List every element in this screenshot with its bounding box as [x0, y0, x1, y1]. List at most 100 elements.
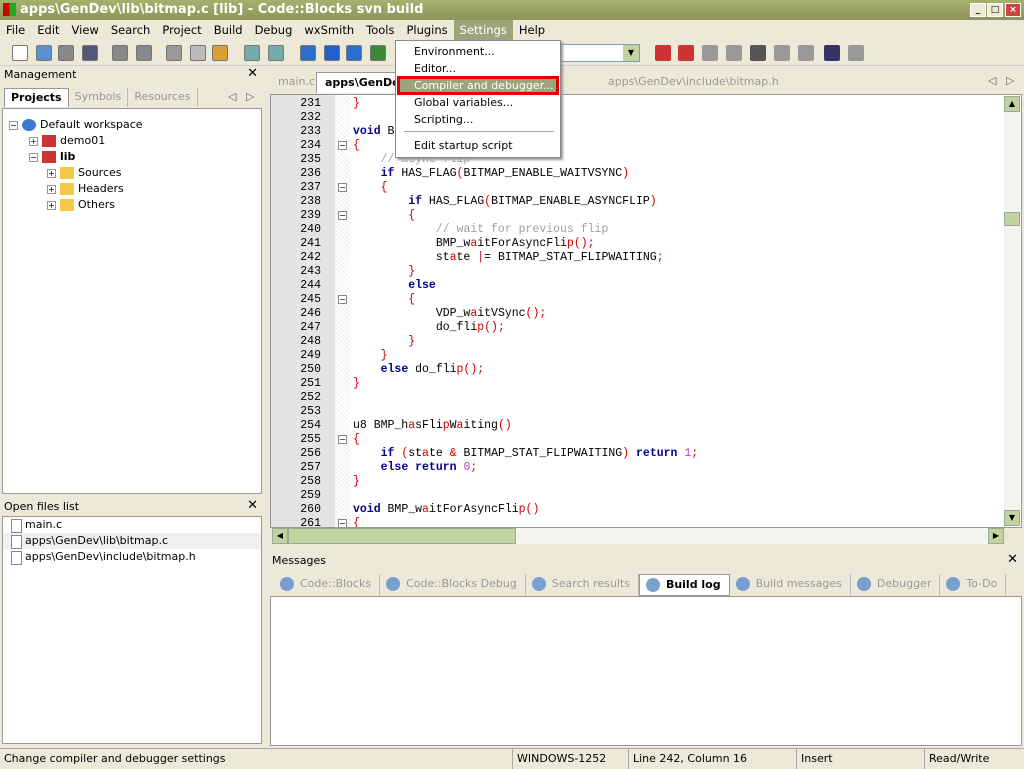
tree-item[interactable]: + demo01	[29, 133, 105, 149]
close-button[interactable]: ×	[1005, 3, 1021, 17]
fold-collapse-icon[interactable]: −	[338, 183, 347, 192]
horizontal-scrollbar[interactable]: ◀ ▶	[272, 528, 1004, 544]
rebuild-icon[interactable]	[370, 45, 386, 61]
tab-build-log[interactable]: Build log	[638, 574, 730, 596]
menu-tools[interactable]: Tools	[360, 20, 400, 40]
debug-tool-0-icon[interactable]	[655, 45, 671, 61]
fold-collapse-icon[interactable]: −	[338, 141, 347, 150]
menu-item-editor[interactable]: Editor...	[398, 60, 558, 77]
tab-to-do[interactable]: To-Do	[940, 574, 1007, 596]
undo-icon[interactable]	[112, 45, 128, 61]
scroll-right-icon[interactable]: ▶	[988, 528, 1004, 544]
scroll-up-icon[interactable]: ▲	[1004, 96, 1020, 112]
menu-debug[interactable]: Debug	[249, 20, 299, 40]
maximize-button[interactable]: □	[987, 3, 1003, 17]
debug-tool-1-icon[interactable]	[678, 45, 694, 61]
editor-tabs: main.capps\GenDev\lib\bitmap.capps\GenDe…	[270, 72, 1022, 93]
open-file-item[interactable]: apps\GenDev\include\bitmap.h	[3, 549, 261, 565]
open-file-icon[interactable]	[36, 45, 52, 61]
menu-search[interactable]: Search	[105, 20, 157, 40]
build-target-select[interactable]: ▼	[560, 44, 640, 62]
expand-icon[interactable]: +	[47, 200, 56, 210]
vertical-scrollbar[interactable]: ▲ ▼	[1004, 96, 1020, 526]
editor-tab-left-icon[interactable]: ◁	[988, 74, 996, 87]
tab-code-blocks[interactable]: Code::Blocks	[274, 574, 381, 596]
tab-code-blocks-debug[interactable]: Code::Blocks Debug	[380, 574, 526, 596]
debug-tool-3-icon[interactable]	[726, 45, 742, 61]
debug-tool-7-icon[interactable]	[824, 45, 840, 61]
build-run-icon[interactable]	[346, 45, 362, 61]
editor-tab-right-icon[interactable]: ▷	[1006, 74, 1014, 87]
collapse-icon[interactable]: −	[29, 152, 38, 162]
menu-settings[interactable]: Settings	[453, 20, 513, 40]
menu-file[interactable]: File	[0, 20, 31, 40]
line-number: 249	[300, 349, 321, 362]
tree-item[interactable]: + Others	[47, 197, 115, 213]
paste-icon[interactable]	[212, 45, 228, 61]
fold-collapse-icon[interactable]: −	[338, 211, 347, 220]
close-messages-icon[interactable]: ✕	[1007, 552, 1018, 567]
debug-tool-6-icon[interactable]	[798, 45, 814, 61]
minimize-button[interactable]: _	[970, 3, 986, 17]
menu-project[interactable]: Project	[156, 20, 207, 40]
expand-icon[interactable]: +	[29, 136, 38, 146]
menu-build[interactable]: Build	[208, 20, 249, 40]
expand-icon[interactable]: +	[47, 168, 56, 178]
code-editor[interactable]: 231 232 233 234 235 236 237 238 239 240 241 242 243 2…	[270, 94, 1022, 528]
menu-item-edit-startup-script[interactable]: Edit startup script	[398, 137, 558, 154]
save-icon[interactable]	[58, 45, 74, 61]
build-log-output[interactable]	[270, 596, 1022, 746]
expand-icon[interactable]: +	[47, 184, 56, 194]
menu-item-compiler-and-debugger[interactable]: Compiler and debugger...	[397, 76, 559, 95]
menu-plugins[interactable]: Plugins	[400, 20, 453, 40]
debug-tool-4-icon[interactable]	[750, 45, 766, 61]
open-file-item[interactable]: main.c	[3, 517, 261, 533]
status-access: Read/Write	[924, 749, 989, 769]
scroll-down-icon[interactable]: ▼	[1004, 510, 1020, 526]
menu-edit[interactable]: Edit	[31, 20, 65, 40]
debug-tool-2-icon[interactable]	[702, 45, 718, 61]
tab-scroll-right-icon[interactable]: ▷	[246, 90, 254, 103]
run-icon[interactable]	[324, 45, 340, 61]
debug-tool-5-icon[interactable]	[774, 45, 790, 61]
tree-item[interactable]: − Default workspace	[9, 117, 143, 133]
fold-collapse-icon[interactable]: −	[338, 519, 347, 527]
find-icon[interactable]	[244, 45, 260, 61]
fold-collapse-icon[interactable]: −	[338, 295, 347, 304]
cut-icon[interactable]	[166, 45, 182, 61]
build-icon[interactable]	[300, 45, 316, 61]
close-open-files-icon[interactable]: ✕	[247, 498, 258, 513]
collapse-icon[interactable]: −	[9, 120, 18, 130]
tree-item[interactable]: − lib	[29, 149, 75, 165]
menu-wxsmith[interactable]: wxSmith	[298, 20, 360, 40]
tab-projects[interactable]: Projects	[4, 88, 69, 107]
hscroll-thumb[interactable]	[288, 528, 516, 544]
replace-icon[interactable]	[268, 45, 284, 61]
fold-collapse-icon[interactable]: −	[338, 435, 347, 444]
line-number: 260	[300, 503, 321, 516]
debug-tool-8-icon[interactable]	[848, 45, 864, 61]
scroll-left-icon[interactable]: ◀	[272, 528, 288, 544]
menu-item-global-variables[interactable]: Global variables...	[398, 94, 558, 111]
menu-item-scripting[interactable]: Scripting...	[398, 111, 558, 128]
tab-symbols[interactable]: Symbols	[69, 88, 129, 107]
menu-item-environment[interactable]: Environment...	[398, 43, 558, 60]
chevron-down-icon[interactable]: ▼	[623, 45, 639, 61]
tab-search-results[interactable]: Search results	[526, 574, 639, 596]
open-file-item[interactable]: apps\GenDev\lib\bitmap.c	[3, 533, 261, 549]
tab-debugger[interactable]: Debugger	[851, 574, 941, 596]
tab-build-messages[interactable]: Build messages	[730, 574, 851, 596]
close-management-icon[interactable]: ✕	[247, 66, 258, 81]
tab-resources[interactable]: Resources	[128, 88, 198, 107]
tab-scroll-left-icon[interactable]: ◁	[228, 90, 236, 103]
copy-icon[interactable]	[190, 45, 206, 61]
scroll-thumb[interactable]	[1004, 212, 1020, 226]
tree-item[interactable]: + Headers	[47, 181, 124, 197]
redo-icon[interactable]	[136, 45, 152, 61]
menu-view[interactable]: View	[66, 20, 105, 40]
tree-item[interactable]: + Sources	[47, 165, 122, 181]
editor-tab[interactable]: apps\GenDev\include\bitmap.h	[600, 72, 787, 92]
save-all-icon[interactable]	[82, 45, 98, 61]
new-file-icon[interactable]	[12, 45, 28, 61]
menu-help[interactable]: Help	[513, 20, 551, 40]
